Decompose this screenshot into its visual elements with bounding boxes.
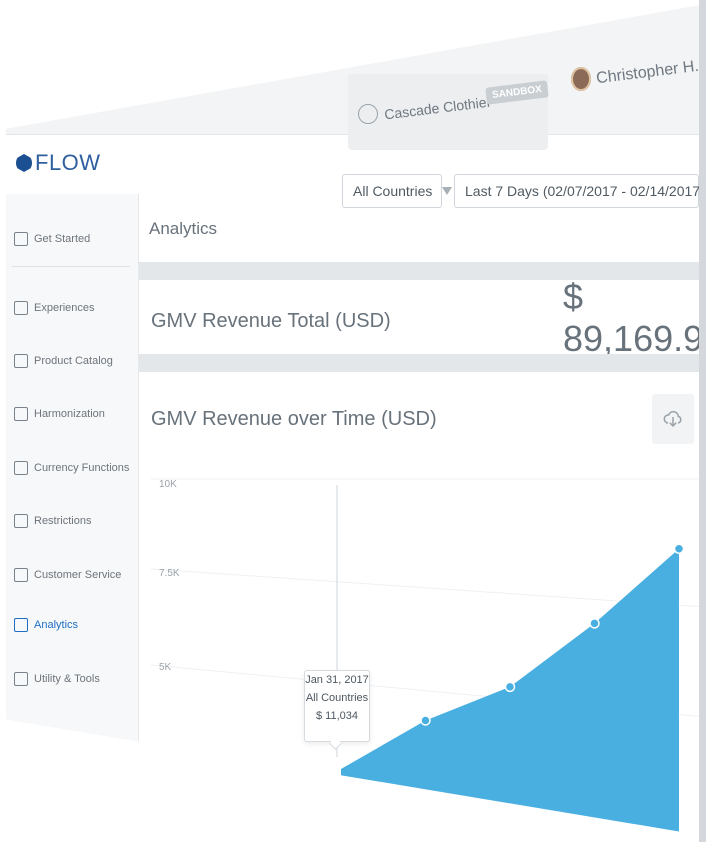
sidebar-item-label: Customer Service xyxy=(34,569,122,581)
page-title: Analytics xyxy=(149,219,218,238)
y-tick-label: 5K xyxy=(159,662,172,673)
chart-tooltip: Jan 31, 2017 All Countries $ 11,034 xyxy=(304,670,370,742)
sidebar-item-currency-functions[interactable]: Currency Functions xyxy=(14,461,129,475)
sidebar: Get Started Experiences Product Catalog … xyxy=(6,194,139,794)
sidebar-item-experiences[interactable]: Experiences xyxy=(14,301,95,315)
organization-icon xyxy=(358,104,378,124)
flow-logo-icon xyxy=(16,154,32,172)
customer-service-icon xyxy=(14,568,28,582)
tools-icon xyxy=(14,672,28,686)
series-area xyxy=(341,548,679,836)
data-point[interactable] xyxy=(589,618,600,629)
gmv-total-value: $ 89,169.93 xyxy=(563,276,706,359)
sidebar-item-label: Utility & Tools xyxy=(34,673,100,685)
window-edge xyxy=(699,0,706,842)
lock-icon xyxy=(14,514,28,528)
sidebar-item-label: Get Started xyxy=(34,233,91,245)
cloud-download-icon xyxy=(663,410,682,428)
catalog-icon xyxy=(14,354,28,368)
y-tick-label: 10K xyxy=(159,479,177,490)
sidebar-item-label: Currency Functions xyxy=(34,462,130,474)
data-point[interactable] xyxy=(420,715,431,726)
currency-icon xyxy=(14,461,28,475)
tooltip-value: $ 11,034 xyxy=(315,710,358,722)
tooltip-country: All Countries xyxy=(305,692,369,704)
app-window: Cascade Clothier SANDBOX Christopher H. … xyxy=(6,4,706,836)
brand-logo[interactable]: FLOW xyxy=(16,150,101,176)
harmonization-icon xyxy=(14,407,28,421)
sidebar-item-label: Restrictions xyxy=(34,515,92,527)
data-point[interactable] xyxy=(673,543,685,554)
analytics-icon xyxy=(14,618,28,632)
gmv-total-label: GMV Revenue Total (USD) xyxy=(151,310,391,332)
sidebar-item-get-started[interactable]: Get Started xyxy=(14,232,90,246)
globe-icon xyxy=(14,301,28,315)
brand-name: FLOW xyxy=(35,150,101,175)
rocket-icon xyxy=(14,232,28,246)
avatar[interactable] xyxy=(571,67,591,91)
sidebar-divider xyxy=(12,266,130,267)
country-filter[interactable]: All Countries xyxy=(342,174,453,208)
sidebar-item-product-catalog[interactable]: Product Catalog xyxy=(14,354,113,368)
gmv-line-chart[interactable]: 10K 7.5K 5K xyxy=(151,469,706,836)
y-tick-label: 7.5K xyxy=(159,568,180,579)
date-range-filter-value: Last 7 Days (02/07/2017 - 02/14/2017) xyxy=(465,183,705,199)
tooltip-date: Jan 31, 2017 xyxy=(305,674,369,686)
sidebar-item-label: Experiences xyxy=(34,302,95,314)
date-range-filter[interactable]: Last 7 Days (02/07/2017 - 02/14/2017) xyxy=(454,174,705,208)
chevron-down-icon xyxy=(442,187,453,195)
download-button[interactable] xyxy=(652,394,694,444)
sidebar-item-analytics[interactable]: Analytics xyxy=(14,618,78,632)
sidebar-item-label: Harmonization xyxy=(34,408,105,420)
sidebar-item-customer-service[interactable]: Customer Service xyxy=(14,568,121,582)
sidebar-item-restrictions[interactable]: Restrictions xyxy=(14,514,91,528)
section-divider xyxy=(139,354,706,372)
sidebar-item-label: Analytics xyxy=(34,619,79,631)
chart-title: GMV Revenue over Time (USD) xyxy=(151,408,437,430)
country-filter-value: All Countries xyxy=(353,183,433,199)
data-point[interactable] xyxy=(504,681,516,693)
sidebar-item-harmonization[interactable]: Harmonization xyxy=(14,407,105,421)
sidebar-item-utility-tools[interactable]: Utility & Tools xyxy=(14,672,100,686)
sidebar-item-label: Product Catalog xyxy=(34,355,113,367)
